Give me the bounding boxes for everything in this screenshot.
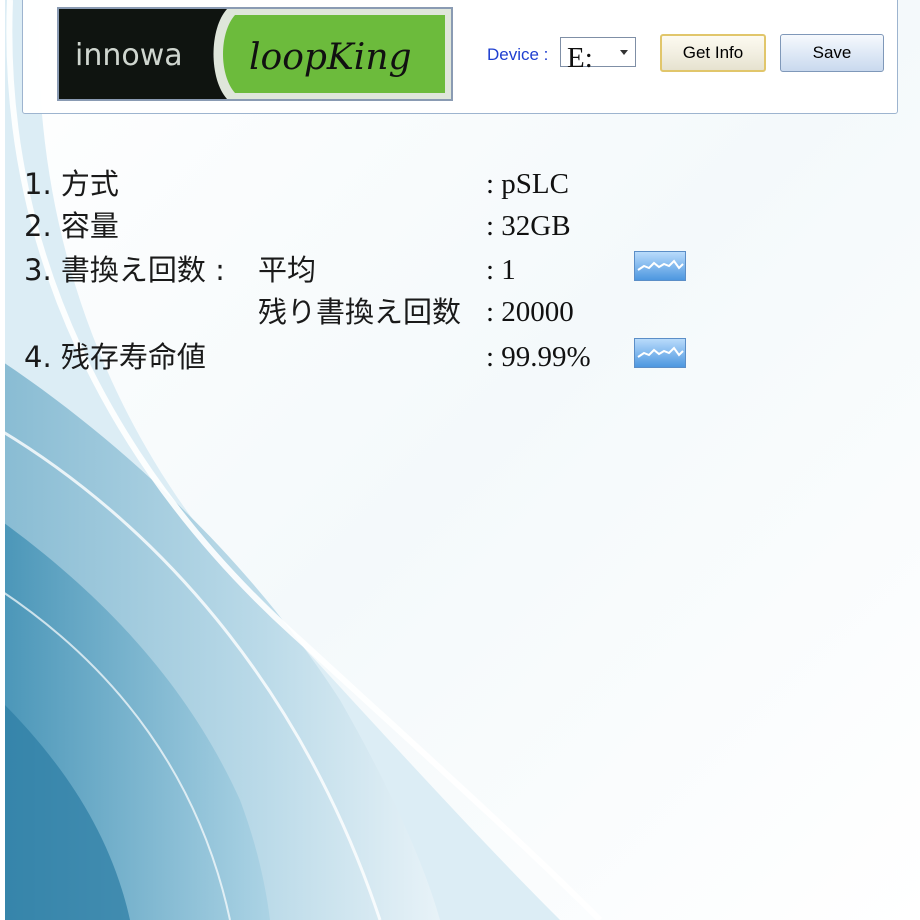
capacity-value: : 32GB <box>486 210 571 242</box>
remaining-rewrites-value: : 20000 <box>486 296 574 328</box>
rewrite-count-label: 3. 書換え回数 : <box>24 253 225 287</box>
device-select[interactable]: E: <box>560 37 636 73</box>
average-value: : 1 <box>486 254 516 286</box>
remaining-life-value: : 99.99% <box>486 341 591 373</box>
remaining-life-label: 4. 残存寿命値 <box>24 340 206 374</box>
device-select-value: E: <box>567 42 593 74</box>
method-value: : pSLC <box>486 168 569 200</box>
logo-brand-right: loopKing <box>249 37 412 78</box>
get-info-button[interactable]: Get Info <box>660 34 766 72</box>
capacity-label: 2. 容量 <box>24 209 119 243</box>
average-label: 平均 <box>258 253 317 287</box>
background-swoosh <box>0 0 920 920</box>
device-label: Device : <box>487 45 549 64</box>
line-chart-icon[interactable] <box>634 251 686 281</box>
remaining-rewrites-label: 残り書換え回数 <box>258 295 462 329</box>
chevron-down-icon <box>620 50 628 55</box>
logo-brand-left: innowa <box>75 38 183 73</box>
method-label: 1. 方式 <box>24 167 119 201</box>
header-panel: innowa loopKing Device : E: Get Info Sav… <box>22 0 898 114</box>
save-button[interactable]: Save <box>780 34 884 72</box>
line-chart-icon[interactable] <box>634 338 686 368</box>
innowa-loopking-logo: innowa loopKing <box>57 7 453 101</box>
